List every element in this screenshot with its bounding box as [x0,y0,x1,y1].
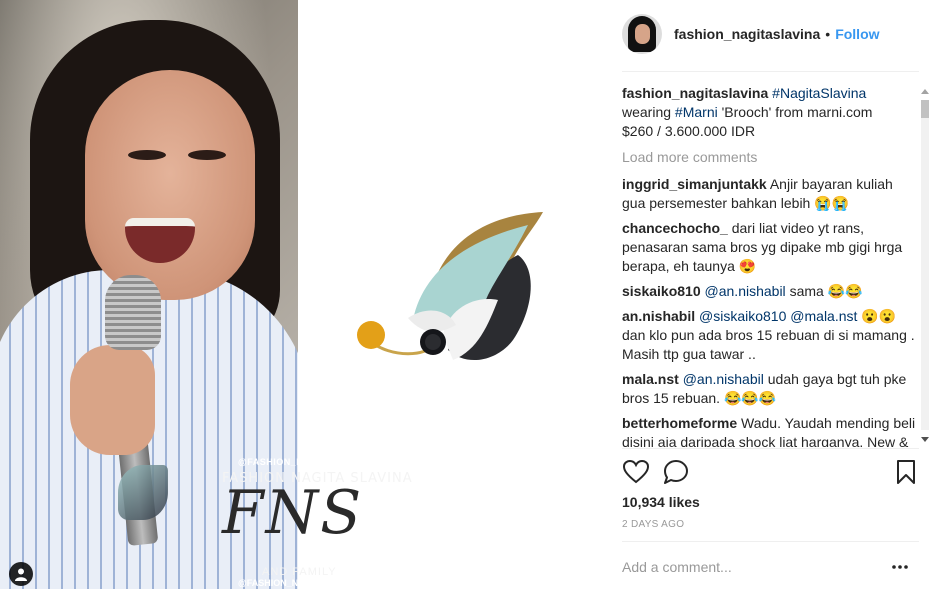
watermark-handle-top: @FASHION_NAGITASLAVINA [238,457,376,467]
comments-divider [622,448,919,449]
comment-mention[interactable]: @an.nishabil [705,283,786,299]
caption-text-brooch: 'Brooch' from marni.com [721,104,873,120]
comment-input[interactable]: Add a comment... [622,559,902,575]
input-divider [622,541,919,542]
avatar[interactable] [622,14,662,54]
caption-username[interactable]: fashion_nagitaslavina [622,85,768,101]
action-bar [622,456,919,488]
follow-button[interactable]: Follow [835,26,879,42]
bookmark-icon[interactable] [892,458,920,486]
photo-brooch [118,465,168,520]
list-item: mala.nst @an.nishabil udah gaya bgt tuh … [622,370,919,408]
caption: fashion_nagitaslavina #NagitaSlavina wea… [622,84,919,141]
scroll-down-arrow-icon[interactable] [918,432,932,446]
caption-price: $260 / 3.600.000 IDR [622,123,756,139]
header-separator-dot: • [825,26,831,42]
photo-hand [70,345,155,455]
post-panel: fashion_nagitaslavina • Follow fashion_n… [610,0,933,589]
heart-icon[interactable] [622,458,650,486]
photo-microphone [105,275,161,350]
caption-hashtag-nagitaslavina[interactable]: #NagitaSlavina [772,85,866,101]
list-item: an.nishabil @siskaiko810 @mala.nst 😮😮 da… [622,307,919,364]
post-header: fashion_nagitaslavina • Follow [622,12,880,56]
comment-mention[interactable]: @an.nishabil [683,371,764,387]
photo-eye-right [188,150,226,160]
tagged-users-button[interactable] [9,562,33,586]
watermark-monogram: FNS [222,478,364,548]
header-divider [622,71,919,72]
list-item: chancechocho_ dari liat video yt rans, p… [622,219,919,276]
brooch-product-image [357,212,543,361]
list-item: betterhomeforme Wadu. Yaudah mending bel… [622,414,919,447]
caption-text-wearing: wearing [622,104,672,120]
list-item: siskaiko810 @an.nishabil sama 😂😂 [622,282,919,301]
comments-scrollbar[interactable] [918,84,932,447]
header-username[interactable]: fashion_nagitaslavina [674,26,820,42]
watermark-handle-bottom: @FASHION_NAGITASLAVINA [238,578,365,588]
comment-username[interactable]: chancechocho_ [622,220,728,236]
comment-username[interactable]: an.nishabil [622,308,695,324]
comment-icon[interactable] [662,458,690,486]
scrollbar-track[interactable] [921,100,929,430]
comment-username[interactable]: inggrid_simanjuntakk [622,176,767,192]
list-item: inggrid_simanjuntakk Anjir bayaran kulia… [622,175,919,213]
watermark-family: AND FAMILY [262,566,337,578]
photo-face [85,70,255,300]
comment-username[interactable]: betterhomeforme [622,415,737,431]
comments-list[interactable]: fashion_nagitaslavina #NagitaSlavina wea… [622,84,919,447]
scrollbar-thumb[interactable] [921,100,929,118]
caption-hashtag-marni[interactable]: #Marni [675,104,718,120]
more-options-icon[interactable] [892,563,908,571]
user-icon [15,568,27,581]
likes-count[interactable]: 10,934 likes [622,494,700,510]
comment-text: sama 😂😂 [789,283,863,299]
avatar-face [635,24,650,44]
photo-eye-left [128,150,166,160]
post-timestamp[interactable]: 2 DAYS AGO [622,519,684,530]
comment-username[interactable]: siskaiko810 [622,283,701,299]
comment-username[interactable]: mala.nst [622,371,679,387]
scroll-up-arrow-icon[interactable] [918,84,932,98]
load-more-comments-button[interactable]: Load more comments [622,148,919,167]
comment-mention-2[interactable]: @mala.nst [790,308,857,324]
comment-mention[interactable]: @siskaiko810 [699,308,786,324]
